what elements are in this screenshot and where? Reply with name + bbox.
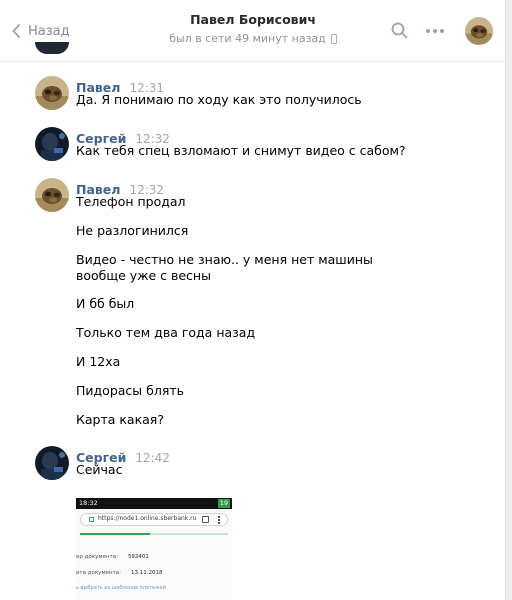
chat-header: Назад Павел Борисович был в сети 49 мину… xyxy=(0,0,505,62)
message-text: И 12ха xyxy=(76,354,121,369)
avatar[interactable] xyxy=(35,446,69,480)
back-label: Назад xyxy=(28,23,70,39)
message-text: Да. Я понимаю по ходу как это получилось xyxy=(76,92,362,107)
browser-address-bar: https://node1.online.sberbank.ru xyxy=(80,513,228,526)
peer-status: был в сети 49 минут назад xyxy=(140,32,366,45)
message-text: Как тебя спец взломают и снимут видео с … xyxy=(76,143,406,158)
message-text: Карта какая? xyxy=(76,412,164,427)
chat-window: Назад Павел Борисович был в сети 49 мину… xyxy=(0,0,506,600)
more-dot-icon xyxy=(426,29,430,33)
lock-icon xyxy=(89,517,94,522)
message-text: Не разлогинился xyxy=(76,223,189,238)
message-text: Только тем два года назад xyxy=(76,325,256,340)
camel-avatar-image xyxy=(465,17,493,45)
document-number-label: ер документа: xyxy=(76,554,118,560)
templates-link: ь выбрать из шаблонов платежей xyxy=(76,585,166,591)
camel-avatar-image xyxy=(35,178,69,212)
more-dot-icon xyxy=(433,29,437,33)
message-text: И бб был xyxy=(76,296,135,311)
status-time: 18:32 xyxy=(79,499,98,507)
mobile-phone-icon xyxy=(330,33,337,44)
document-number-row: ер документа: 592401 xyxy=(76,554,149,560)
scrollbar-track[interactable] xyxy=(507,0,512,600)
peer-info[interactable]: Павел Борисович был в сети 49 минут наза… xyxy=(140,12,366,45)
chevron-left-icon xyxy=(12,24,20,38)
avatar[interactable] xyxy=(35,76,69,110)
menu-icon xyxy=(218,516,220,524)
back-button[interactable]: Назад xyxy=(12,22,70,40)
message-text: Видео - честно не знаю.. у меня нет маши… xyxy=(76,252,373,283)
document-date-label: ата документа: xyxy=(76,570,121,576)
camel-avatar-image xyxy=(35,76,69,110)
message-text: Телефон продал xyxy=(76,194,186,209)
document-number-value: 592401 xyxy=(127,554,149,560)
document-date-row: ата документа: 13.11.2018 xyxy=(76,570,163,576)
photo-attachment[interactable]: 18:32 19 https://node1.online.sberbank.r… xyxy=(76,498,232,600)
sergey-avatar-image xyxy=(35,127,69,161)
peer-name: Павел Борисович xyxy=(190,12,316,27)
battery-level: 19 xyxy=(217,499,230,508)
tabs-icon xyxy=(202,516,209,523)
phone-status-bar: 18:32 19 xyxy=(76,498,232,509)
sergey-avatar-image xyxy=(35,446,69,480)
message-text: Сейчас xyxy=(76,462,123,477)
browser-url: https://node1.online.sberbank.ru xyxy=(98,515,197,522)
more-dot-icon xyxy=(440,29,444,33)
search-icon xyxy=(391,22,408,39)
progress-bar xyxy=(80,533,228,535)
peer-status-text: был в сети 49 минут назад xyxy=(169,32,326,45)
avatar[interactable] xyxy=(35,178,69,212)
document-date-value: 13.11.2018 xyxy=(131,570,163,576)
avatar[interactable] xyxy=(35,127,69,161)
message-time[interactable]: 12:42 xyxy=(135,451,170,465)
message-text: Пидорасы блять xyxy=(76,383,184,398)
more-button[interactable] xyxy=(426,29,444,33)
peer-avatar[interactable] xyxy=(465,17,493,45)
search-button[interactable] xyxy=(391,22,408,42)
